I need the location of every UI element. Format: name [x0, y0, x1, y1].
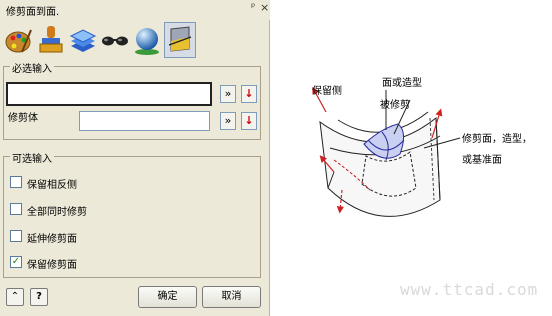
cancel-button[interactable]: 取消 [202, 286, 261, 308]
layers-icon[interactable] [68, 22, 98, 58]
extend-trim-face-label: 延伸修剪面 [27, 234, 77, 245]
keep-trim-face-label: 保留修剪面 [27, 260, 77, 271]
trim-body-pick-arrow-button[interactable]: ↓ [241, 112, 257, 130]
optional-input-label: 可选输入 [10, 150, 54, 165]
keep-opposite-side-label: 保留相反侧 [27, 180, 77, 191]
glasses-icon[interactable] [100, 22, 130, 58]
required-input-label: 必选输入 [10, 60, 54, 75]
close-icon[interactable]: × [260, 1, 269, 14]
trim-diagram: 保留侧 面或造型 被修剪 修剪面，造型， 或基准面 [300, 60, 552, 290]
optional-input-group: 可选输入 保留相反侧 全部同时修剪 延伸修剪面 ✓ 保留修剪面 [3, 150, 261, 278]
palette-icon[interactable] [4, 22, 34, 58]
trim-all-label: 全部同时修剪 [27, 207, 87, 218]
label-face-or-shape: 面或造型 [382, 78, 422, 89]
pin-icon[interactable]: ᵖ [251, 2, 255, 13]
keep-trim-face-checkbox[interactable]: ✓ [10, 256, 22, 268]
required-input-group: 必选输入 面 » ↓ 修剪体 » ↓ [3, 60, 261, 140]
trim-body-select-button[interactable]: » [220, 112, 236, 130]
dialog-title: 修剪面到面. [6, 7, 60, 18]
trim-surface-icon[interactable] [164, 22, 196, 58]
dialog-titlebar: 修剪面到面. ᵖ × [0, 0, 270, 20]
label-trim-face-line1: 修剪面，造型， [462, 134, 532, 145]
keep-opposite-side-checkbox[interactable] [10, 176, 22, 188]
help-button[interactable]: ? [30, 288, 48, 306]
trim-all-checkbox[interactable] [10, 203, 22, 215]
toolbar [4, 22, 229, 62]
label-trimmed: 被修剪 [380, 100, 410, 111]
sphere-icon[interactable] [132, 22, 162, 58]
extend-trim-face-checkbox[interactable] [10, 230, 22, 242]
trim-dialog: 修剪面到面. ᵖ × 必选输入 » ↓ 修剪体 » ↓ 可选输入 保留相反侧 全… [0, 0, 270, 316]
trim-body-field[interactable] [79, 111, 210, 131]
face-select-button[interactable]: » [220, 85, 236, 103]
watermark: www.ttcad.com [400, 280, 539, 299]
collapse-button[interactable]: ⌃ [6, 288, 24, 306]
label-keep-side: 保留侧 [312, 86, 342, 97]
label-trim-face-line2: 或基准面 [462, 155, 502, 166]
trim-body-label: 修剪体 [8, 113, 38, 124]
face-field[interactable] [6, 82, 212, 106]
face-pick-arrow-button[interactable]: ↓ [241, 85, 257, 103]
ok-button[interactable]: 确定 [138, 286, 197, 308]
stamp-icon[interactable] [36, 22, 66, 58]
